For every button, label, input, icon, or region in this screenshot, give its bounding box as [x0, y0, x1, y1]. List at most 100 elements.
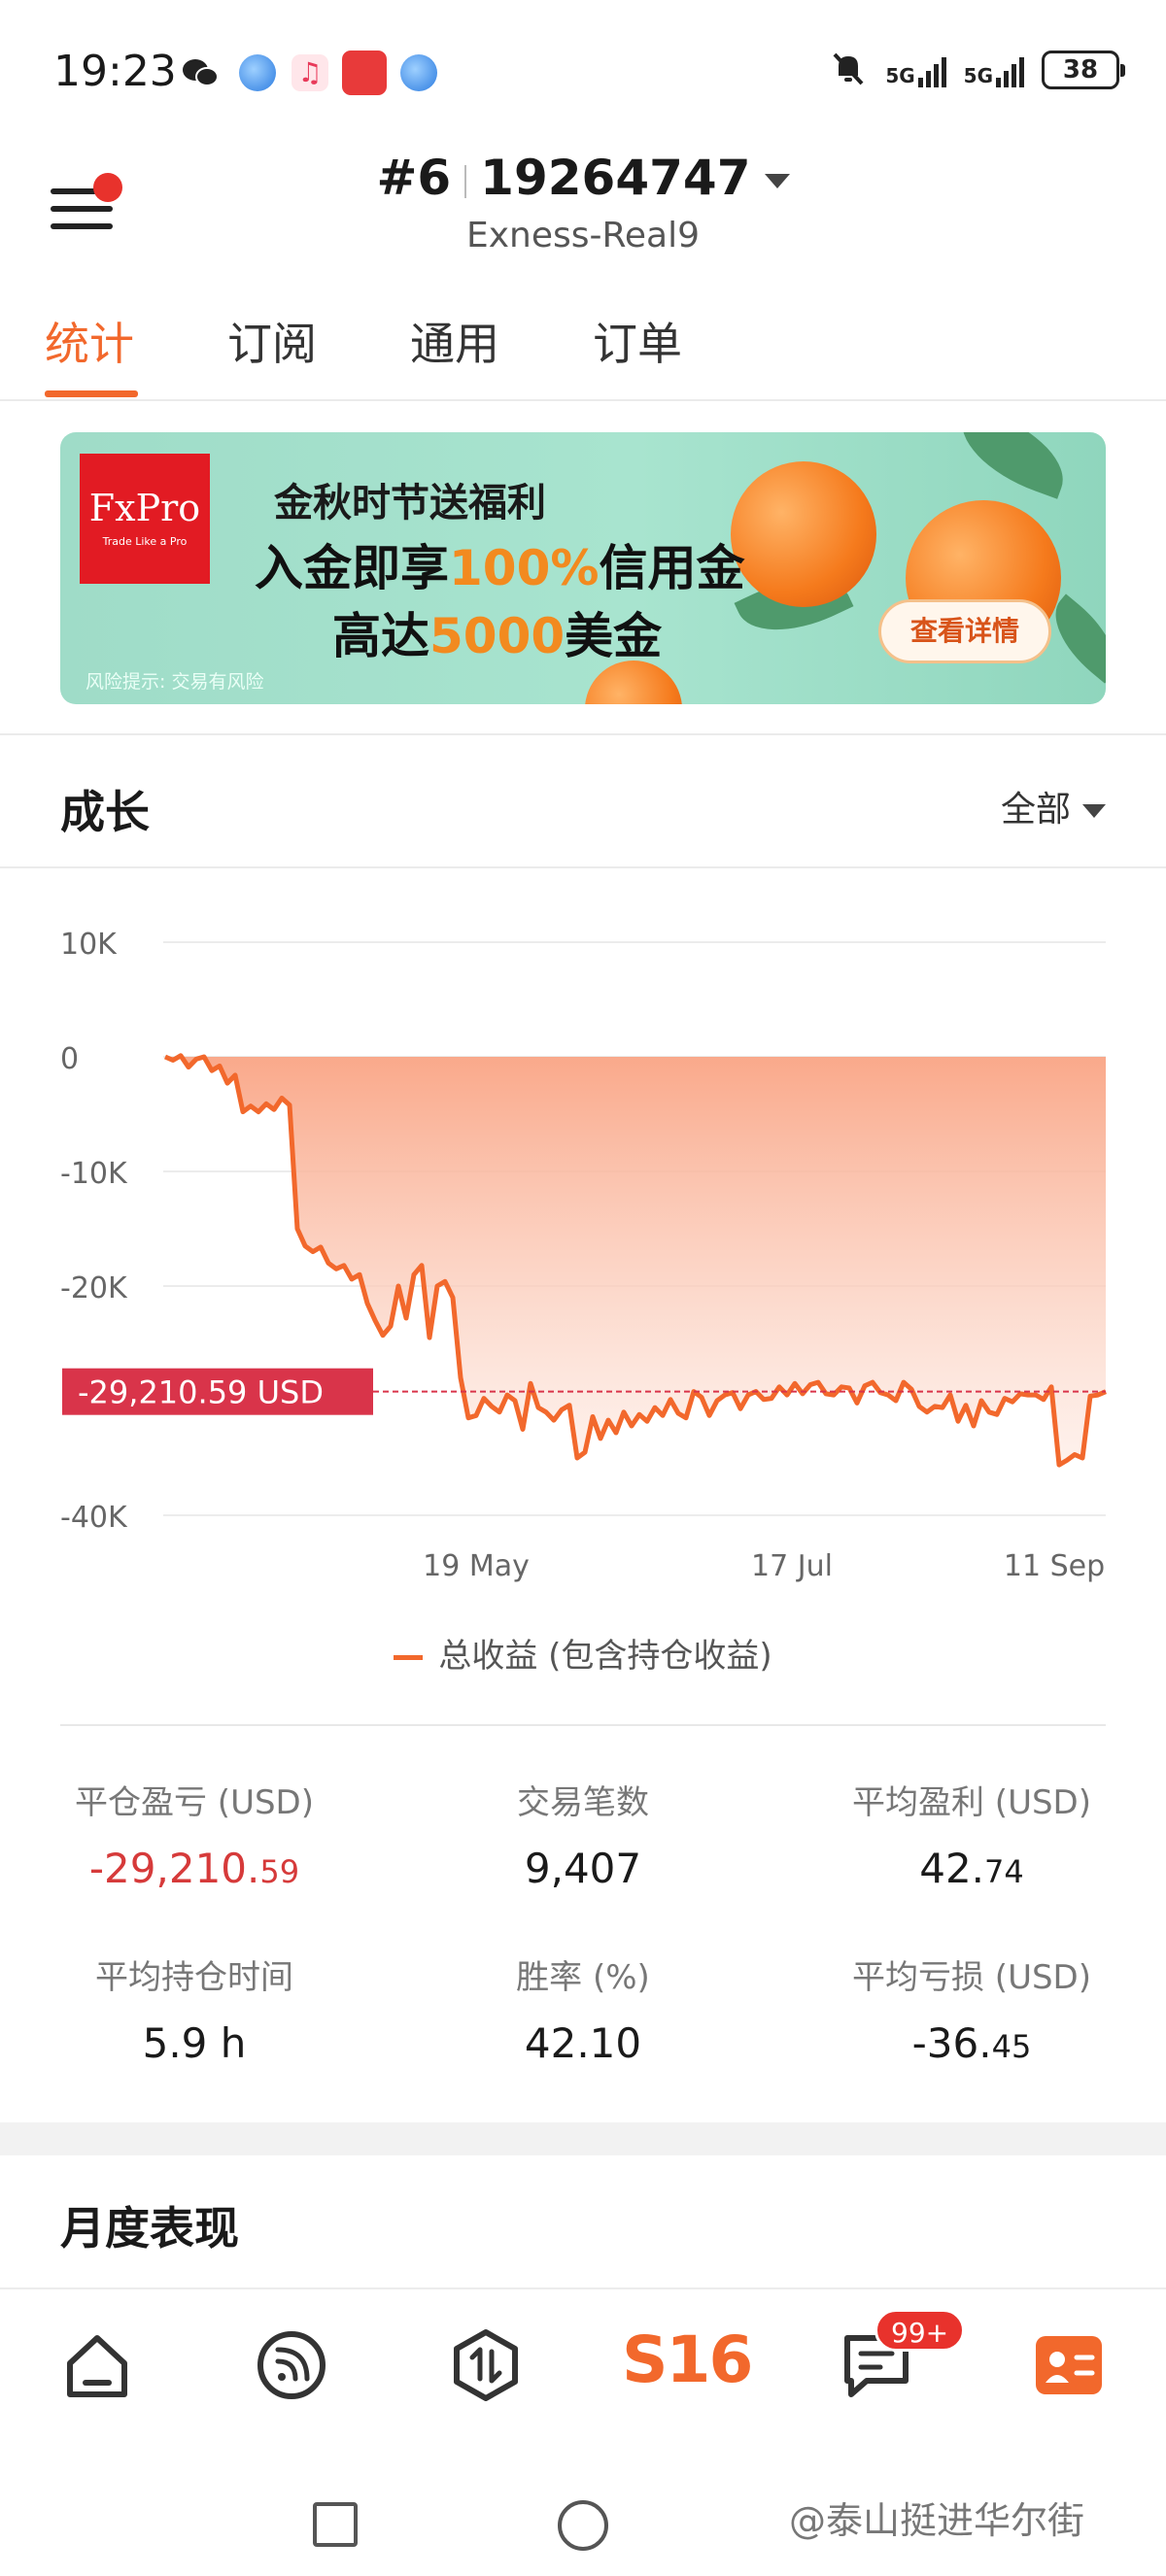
- account-header: #6 19264747 Exness-Real9: [0, 146, 1166, 262]
- stat-value: 5.9 h: [0, 2019, 389, 2067]
- y-tick-label: -20K: [60, 1271, 128, 1305]
- rss-icon: [257, 2331, 326, 2399]
- stat-avg-loss: 平均亏损 (USD) -36.45: [777, 1950, 1166, 2067]
- stat-value-dec: 59: [259, 1853, 300, 1890]
- tab-bar: 统计 订阅 通用 订单: [0, 291, 1166, 401]
- stat-label: 平均亏损 (USD): [852, 1958, 1091, 1997]
- mute-bell-icon: [829, 49, 868, 91]
- signal-1: 5G: [885, 52, 946, 87]
- section-divider: [0, 733, 1166, 735]
- stat-value-int: 42.10: [524, 2019, 642, 2067]
- signal-2: 5G: [964, 52, 1024, 87]
- brand-tagline: Trade Like a Pro: [102, 535, 188, 548]
- nav-feed[interactable]: [253, 2326, 330, 2404]
- stat-label: 平仓盈亏 (USD): [75, 1783, 314, 1822]
- nav-s16[interactable]: S16: [622, 2322, 753, 2397]
- battery-level: 38: [1062, 55, 1099, 85]
- stat-avg-profit: 平均盈利 (USD) 42.74: [777, 1776, 1166, 1892]
- stat-value: 42.74: [777, 1845, 1166, 1892]
- risk-disclaimer: 风险提示: 交易有风险: [86, 671, 264, 693]
- profile-card-icon: [1036, 2336, 1102, 2394]
- recent-apps-button[interactable]: [313, 2502, 358, 2547]
- network-type-2: 5G: [963, 64, 993, 87]
- section-divider: [0, 866, 1166, 868]
- stat-value-int: 9,407: [524, 1845, 642, 1892]
- account-server: Exness-Real9: [465, 216, 701, 255]
- legend-swatch: [394, 1655, 424, 1660]
- x-tick-label: 17 Jul: [751, 1549, 833, 1583]
- active-tab-indicator: [45, 390, 138, 397]
- tab-orders[interactable]: 订单: [593, 309, 682, 373]
- chevron-down-icon: [764, 174, 790, 188]
- banner-line-3: 高达5000美金: [332, 597, 662, 667]
- stat-value-dec: 45: [991, 2028, 1032, 2065]
- divider: [60, 1724, 1106, 1726]
- y-tick-label: -40K: [60, 1501, 128, 1535]
- y-tick-label: -10K: [60, 1157, 128, 1191]
- app-icon: [342, 51, 387, 95]
- leaf-decoration: [947, 432, 1078, 499]
- nav-trade[interactable]: [447, 2326, 525, 2404]
- account-number: 19264747: [480, 150, 751, 206]
- home-button[interactable]: [558, 2500, 608, 2551]
- system-nav-bar: @泰山挺进华尔街: [0, 2467, 1166, 2576]
- stat-value-dec: 74: [984, 1853, 1024, 1890]
- banner-highlight: 100%: [449, 540, 600, 596]
- stat-trade-count: 交易笔数 9,407: [389, 1776, 777, 1892]
- x-tick-label: 11 Sep: [1004, 1549, 1105, 1583]
- browser-icon: [400, 54, 437, 91]
- banner-text: 美金: [565, 608, 663, 664]
- range-filter-dropdown[interactable]: 全部: [1001, 781, 1106, 831]
- stat-value-int: 42.: [919, 1845, 985, 1892]
- view-details-button[interactable]: 查看详情: [878, 599, 1051, 663]
- growth-chart-svg: 10K 0 -10K -20K -40K -29,210.59 USD 19 May 17 J…: [60, 928, 1107, 1583]
- stat-value: -29,210.59: [0, 1845, 389, 1892]
- nav-profile[interactable]: [1030, 2326, 1108, 2404]
- home-icon: [67, 2335, 127, 2397]
- range-filter-label: 全部: [1000, 790, 1071, 830]
- separator: [464, 164, 467, 198]
- trade-arrows-icon: [454, 2329, 518, 2401]
- status-bar: 19:23 ♫ 5G 5G 38: [0, 0, 1166, 146]
- section-gap: [0, 2122, 1166, 2155]
- legend-label: 总收益 (包含持仓收益): [438, 1637, 772, 1676]
- battery-icon: 38: [1042, 51, 1125, 89]
- banner-headline: 金秋时节送福利: [274, 481, 546, 525]
- stat-label: 平均持仓时间: [95, 1958, 293, 1997]
- stat-closed-pnl: 平仓盈亏 (USD) -29,210.59: [0, 1776, 389, 1892]
- menu-icon-line: [51, 206, 113, 212]
- banner-text: 入金即享: [255, 540, 449, 596]
- stat-value: 9,407: [389, 1845, 777, 1892]
- network-type-1: 5G: [885, 64, 915, 87]
- watermark: @泰山挺进华尔街: [789, 2499, 1085, 2542]
- promo-banner[interactable]: FxPro Trade Like a Pro 金秋时节送福利 入金即享100%信…: [60, 432, 1106, 704]
- account-rank: #6: [376, 150, 452, 206]
- nav-home[interactable]: [58, 2326, 136, 2404]
- tab-subscribe[interactable]: 订阅: [227, 309, 317, 373]
- chart-legend: 总收益 (包含持仓收益): [0, 1629, 1166, 1677]
- y-tick-label: 10K: [60, 928, 118, 962]
- stat-value-int: -36.: [911, 2019, 992, 2067]
- stat-win-rate: 胜率 (%) 42.10: [389, 1950, 777, 2067]
- stat-label: 交易笔数: [517, 1783, 649, 1822]
- bottom-nav: S16 99+: [0, 2288, 1166, 2462]
- growth-title: 成长: [60, 786, 150, 838]
- stat-label: 平均盈利 (USD): [852, 1783, 1091, 1822]
- x-tick-label: 19 May: [423, 1549, 530, 1583]
- account-selector[interactable]: #6 19264747: [0, 150, 1166, 206]
- stat-value-int: -29,210.: [88, 1845, 260, 1892]
- banner-text: 高达: [332, 608, 429, 664]
- browser-icon: [239, 54, 276, 91]
- tab-statistics[interactable]: 统计: [45, 309, 134, 373]
- signal-bars-icon: [996, 52, 1024, 87]
- stat-value-int: 5.9 h: [142, 2019, 247, 2067]
- status-time: 19:23: [53, 47, 177, 96]
- tab-general[interactable]: 通用: [410, 309, 499, 373]
- banner-line-2: 入金即享100%信用金: [255, 529, 744, 599]
- banner-text: 信用金: [599, 540, 745, 596]
- y-tick-label: 0: [60, 1042, 79, 1076]
- chevron-down-icon: [1082, 804, 1106, 818]
- stat-avg-hold-time: 平均持仓时间 5.9 h: [0, 1950, 389, 2067]
- signal-bars-icon: [917, 52, 946, 87]
- stat-value: 42.10: [389, 2019, 777, 2067]
